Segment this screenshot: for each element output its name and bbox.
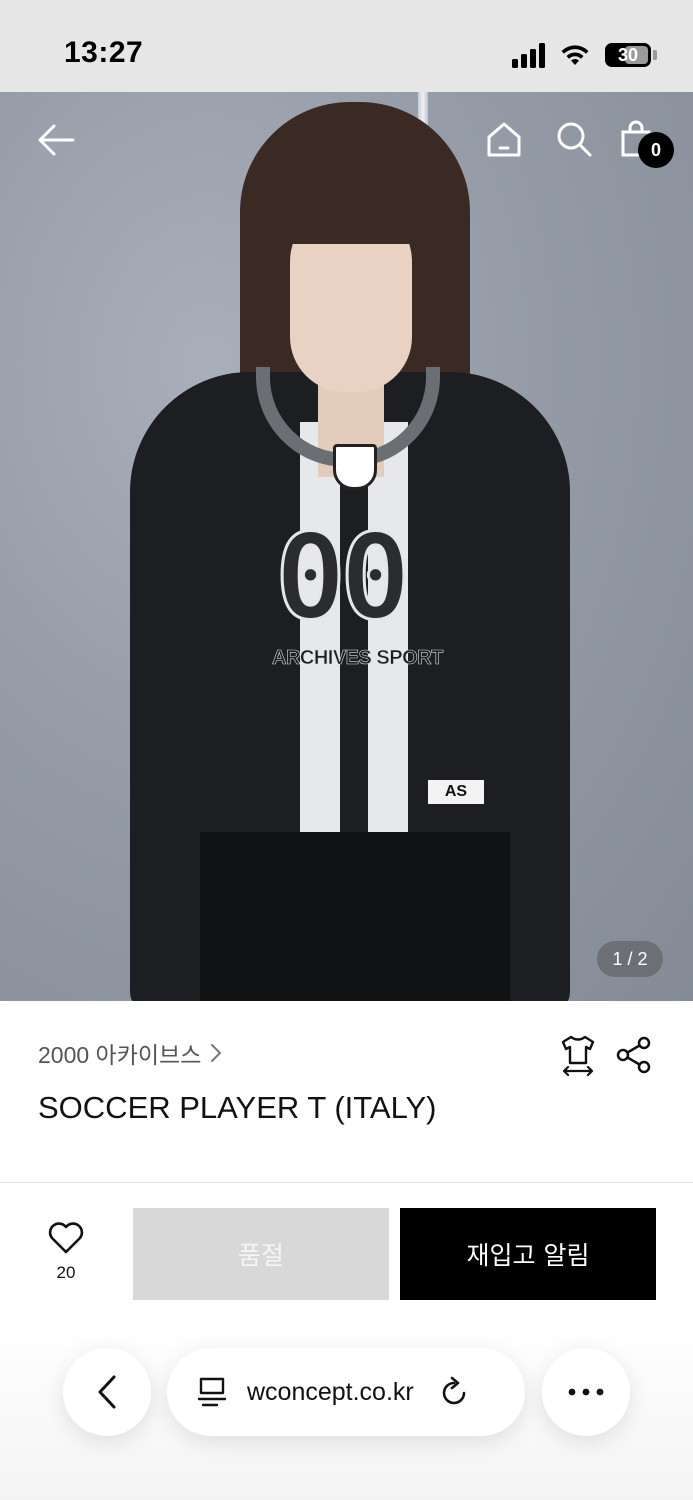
jersey-number: 00	[273, 507, 412, 648]
status-time: 13:27	[64, 36, 144, 69]
battery-level: 30	[617, 44, 639, 65]
search-button[interactable]	[554, 118, 594, 160]
ellipsis-icon	[568, 1388, 604, 1396]
product-title: SOCCER PLAYER T (ITALY)	[38, 1090, 437, 1125]
arrow-left-icon	[38, 124, 75, 156]
soldout-button[interactable]: 품절	[133, 1208, 389, 1300]
chevron-left-icon	[98, 1375, 116, 1409]
brand-name: 2000 아카이브스	[38, 1042, 202, 1068]
jersey-hem-logo: AS	[428, 780, 484, 804]
slide-counter: 1 / 2	[597, 941, 663, 977]
page-menu-icon	[197, 1377, 227, 1407]
product-image[interactable]: 00 ARCHIVES SPORT AS 1 / 2	[0, 92, 693, 1001]
size-guide-button[interactable]	[559, 1034, 597, 1081]
shirt-size-icon	[561, 1035, 595, 1077]
restock-notify-button[interactable]: 재입고 알림	[400, 1208, 656, 1300]
search-icon	[557, 122, 592, 157]
home-icon	[487, 122, 521, 157]
like-count: 20	[56, 1263, 76, 1282]
wifi-icon	[561, 45, 589, 65]
divider	[0, 1182, 693, 1183]
url-text: wconcept.co.kr	[247, 1377, 414, 1406]
share-button[interactable]	[615, 1036, 653, 1079]
home-button[interactable]	[484, 118, 524, 160]
status-bar: 13:27 30	[0, 0, 693, 92]
browser-back-button[interactable]	[63, 1348, 151, 1436]
cart-count-badge: 0	[638, 132, 674, 168]
crest-icon	[333, 444, 377, 490]
jersey-text: ARCHIVES SPORT	[272, 647, 444, 670]
cellular-signal-icon	[512, 42, 545, 68]
share-icon	[616, 1036, 651, 1074]
brand-link[interactable]: 2000 아카이브스	[38, 1036, 223, 1070]
address-bar[interactable]: wconcept.co.kr	[167, 1348, 525, 1436]
reload-icon[interactable]	[438, 1375, 470, 1409]
like-button[interactable]: 20	[40, 1222, 92, 1283]
back-button[interactable]	[34, 118, 78, 162]
chevron-right-icon	[211, 1044, 222, 1062]
status-icons: 30	[512, 38, 657, 72]
more-options-button[interactable]	[542, 1348, 630, 1436]
heart-icon	[48, 1222, 84, 1254]
battery-icon: 30	[605, 43, 651, 67]
